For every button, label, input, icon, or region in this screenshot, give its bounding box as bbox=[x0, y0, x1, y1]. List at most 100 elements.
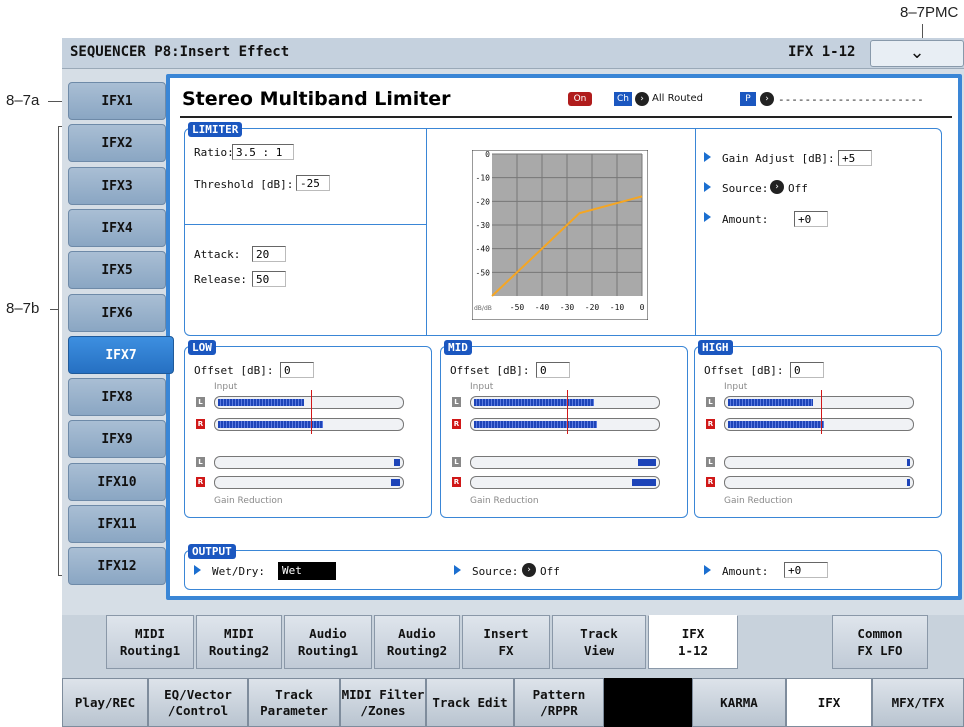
p-button[interactable]: P bbox=[740, 92, 756, 106]
wetdry-field[interactable]: Wet bbox=[278, 562, 336, 580]
gain-adjust-field[interactable]: +5 bbox=[838, 150, 872, 166]
band-label: HIGH bbox=[698, 340, 733, 355]
channel-r-icon: R bbox=[452, 477, 461, 487]
chart-x-tick: -30 bbox=[560, 303, 575, 312]
gain-reduction-meter-r bbox=[470, 476, 660, 489]
tab-line2: Routing1 bbox=[297, 643, 359, 658]
threshold-marker bbox=[820, 390, 822, 434]
source-label: Source: bbox=[722, 182, 769, 195]
tab-line2: 1-12 bbox=[677, 643, 709, 658]
input-label: Input bbox=[470, 382, 494, 392]
ifx-tab-ifx7[interactable]: IFX7 bbox=[68, 335, 174, 374]
mode-tab-karma[interactable]: KARMA bbox=[692, 678, 786, 727]
page-tab-common-fx-lfo[interactable]: Common FX LFO bbox=[832, 615, 928, 669]
mode-tab-eq-vector[interactable]: EQ/Vector/Control bbox=[148, 678, 248, 727]
on-button[interactable]: On bbox=[568, 92, 592, 106]
chart-x-tick: -10 bbox=[610, 303, 625, 312]
out-amount-field[interactable]: +0 bbox=[784, 562, 828, 578]
ifx-tab-ifx4[interactable]: IFX4 bbox=[68, 208, 166, 247]
p-label: P bbox=[745, 94, 751, 104]
tab-line1: MIDI bbox=[134, 626, 166, 641]
ifx-tab-ifx5[interactable]: IFX5 bbox=[68, 251, 166, 290]
tab-line1: MFX/TFX bbox=[891, 695, 945, 710]
offset-label: Offset [dB]: bbox=[194, 364, 274, 377]
amount-arrow-icon bbox=[704, 212, 711, 222]
ch-label: Ch bbox=[617, 94, 629, 104]
gain-reduction-label: Gain Reduction bbox=[214, 496, 283, 506]
ifx-tab-ifx10[interactable]: IFX10 bbox=[68, 462, 166, 501]
ifx-tab-ifx6[interactable]: IFX6 bbox=[68, 293, 166, 332]
page-tab-track-view[interactable]: Track View bbox=[552, 615, 646, 669]
ifx-tab-ifx2[interactable]: IFX2 bbox=[68, 124, 166, 163]
callout-b-bracket bbox=[58, 126, 59, 576]
output-label: OUTPUT bbox=[188, 544, 236, 559]
tab-line2: /RPPR bbox=[540, 703, 578, 718]
amount-field[interactable]: +0 bbox=[794, 211, 828, 227]
ch-button[interactable]: Ch bbox=[614, 92, 632, 106]
ifx-tab-ifx11[interactable]: IFX11 bbox=[68, 505, 166, 543]
chart-y-tick: -40 bbox=[476, 245, 491, 254]
callout-pmc: 8–7PMC bbox=[900, 4, 959, 21]
channel-l-icon: L bbox=[706, 397, 715, 407]
chart-y-tick: -10 bbox=[476, 174, 491, 183]
tab-line2: /Control bbox=[167, 703, 229, 718]
tab-line2: Routing1 bbox=[119, 643, 181, 658]
tab-line1: KARMA bbox=[720, 695, 758, 710]
ratio-label: Ratio: bbox=[194, 146, 234, 159]
gain-reduction-meter-l bbox=[470, 456, 660, 469]
release-field[interactable]: 50 bbox=[252, 271, 286, 287]
ifx-tab-ifx12[interactable]: IFX12 bbox=[68, 547, 166, 586]
threshold-field[interactable]: -25 bbox=[296, 175, 330, 191]
offset-field[interactable]: 0 bbox=[790, 362, 824, 378]
meter-fill bbox=[218, 421, 323, 428]
mode-tab-pattern[interactable]: Pattern/RPPR bbox=[514, 678, 604, 727]
mode-tab-play-rec[interactable]: Play/REC bbox=[62, 678, 148, 727]
ratio-field[interactable]: 3.5 : 1 bbox=[232, 144, 294, 160]
mode-tab-midi-filter[interactable]: MIDI Filter/Zones bbox=[340, 678, 426, 727]
effect-panel: Stereo Multiband Limiter On Ch › All Rou… bbox=[166, 74, 962, 600]
tab-line2: FX bbox=[498, 643, 514, 658]
page-tab-audio-routing1[interactable]: Audio Routing1 bbox=[284, 615, 372, 669]
p-popup-icon[interactable]: › bbox=[760, 92, 774, 106]
chart-x-tick: -50 bbox=[510, 303, 525, 312]
callout-a: 8–7a bbox=[6, 92, 40, 109]
tab-line1: Track bbox=[275, 687, 313, 702]
gain-reduction-label: Gain Reduction bbox=[724, 496, 793, 506]
limiter-divider-1 bbox=[426, 128, 427, 336]
offset-field[interactable]: 0 bbox=[536, 362, 570, 378]
routing-value: All Routed bbox=[652, 93, 703, 104]
threshold-marker bbox=[566, 390, 568, 434]
page-tab-audio-routing2[interactable]: Audio Routing2 bbox=[374, 615, 460, 669]
chart-x-tick: -40 bbox=[535, 303, 550, 312]
page-menu-button[interactable]: ⌄ bbox=[870, 40, 964, 67]
chart-y-tick: 0 bbox=[485, 150, 490, 159]
channel-l-icon: L bbox=[196, 457, 205, 467]
page-tab-insert-fx[interactable]: Insert FX bbox=[462, 615, 550, 669]
mode-tab-blank bbox=[604, 678, 692, 727]
ifx-tab-ifx9[interactable]: IFX9 bbox=[68, 420, 166, 459]
out-source-popup-icon[interactable]: › bbox=[522, 563, 536, 577]
channel-l-icon: L bbox=[452, 397, 461, 407]
gain-reduction-label: Gain Reduction bbox=[470, 496, 539, 506]
limiter-divider-2 bbox=[695, 128, 696, 336]
ifx-tab-ifx1[interactable]: IFX1 bbox=[68, 82, 166, 120]
channel-r-icon: R bbox=[196, 477, 205, 487]
page-tab-ifx-1-12[interactable]: IFX 1-12 bbox=[648, 615, 738, 669]
mode-tab-track[interactable]: Track Parameter bbox=[248, 678, 340, 727]
mode-tab-mfx-tfx[interactable]: MFX/TFX bbox=[872, 678, 964, 727]
routing-popup-icon[interactable]: › bbox=[635, 92, 649, 106]
page-range: IFX 1-12 bbox=[788, 44, 856, 60]
attack-field[interactable]: 20 bbox=[252, 246, 286, 262]
title-bar: SEQUENCER P8:Insert Effect IFX 1-12 ⌄ bbox=[62, 38, 964, 69]
page-tab-midi-routing1[interactable]: MIDI Routing1 bbox=[106, 615, 194, 669]
mode-tab-track-edit[interactable]: Track Edit bbox=[426, 678, 514, 727]
channel-r-icon: R bbox=[706, 477, 715, 487]
ifx-tab-ifx3[interactable]: IFX3 bbox=[68, 166, 166, 205]
tab-line1: IFX bbox=[681, 626, 705, 641]
page-tab-midi-routing2[interactable]: MIDI Routing2 bbox=[196, 615, 282, 669]
offset-field[interactable]: 0 bbox=[280, 362, 314, 378]
effect-name[interactable]: Stereo Multiband Limiter bbox=[182, 88, 451, 110]
ifx-tab-ifx8[interactable]: IFX8 bbox=[68, 378, 166, 417]
mode-tab-ifx[interactable]: IFX bbox=[786, 678, 872, 727]
source-popup-icon[interactable]: › bbox=[770, 180, 784, 194]
